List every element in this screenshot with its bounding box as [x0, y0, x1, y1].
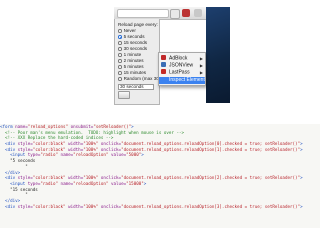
- radio-unchecked-icon[interactable]: [118, 71, 122, 75]
- popup-title: Reload page every:: [118, 22, 158, 27]
- radio-unchecked-icon[interactable]: [118, 77, 122, 81]
- radio-unchecked-icon[interactable]: [118, 29, 122, 33]
- reload-option-label: 2 minutes: [123, 58, 144, 63]
- submenu-arrow-icon: ▶: [199, 56, 203, 61]
- code-line: <div style="color:black" width="100%" on…: [5, 203, 303, 209]
- context-menu-item[interactable]: AdBlock ▶: [159, 55, 205, 62]
- reload-extension-icon[interactable]: [170, 9, 180, 19]
- context-menu-item[interactable]: Inspect Element: [159, 77, 205, 84]
- custom-interval-input[interactable]: 30 seconds: [118, 84, 154, 90]
- extension-icon[interactable]: [182, 9, 190, 17]
- radio-unchecked-icon[interactable]: [118, 53, 122, 57]
- radio-unchecked-icon[interactable]: [118, 65, 122, 69]
- radio-checked-icon[interactable]: [118, 35, 122, 39]
- context-menu-item-label: AdBlock: [169, 55, 188, 62]
- reload-option-label: Never: [123, 28, 136, 33]
- context-menu-item-label: JSONView: [169, 62, 194, 69]
- reload-option-label: 5 minutes: [123, 64, 144, 69]
- reload-option-label: 15 seconds: [123, 40, 148, 45]
- context-menu-item-label: LastPass: [169, 69, 190, 76]
- submenu-arrow-icon: ▶: [199, 70, 203, 75]
- address-bar[interactable]: [117, 9, 169, 18]
- radio-unchecked-icon[interactable]: [118, 47, 122, 51]
- lastpass-icon: [161, 69, 166, 74]
- source-code-panel: <form name="reload_options" onsubmit="se…: [0, 124, 320, 228]
- reload-option-label: 5 seconds: [123, 34, 145, 39]
- jsonview-icon: [161, 62, 166, 67]
- submenu-arrow-icon: ▶: [199, 63, 203, 68]
- reload-popup: Reload page every: Never 5 seconds 15 seco…: [114, 19, 164, 105]
- reload-option-label: 30 seconds: [123, 46, 148, 51]
- context-menu-item[interactable]: JSONView ▶: [159, 62, 205, 69]
- reload-option-label: 1 minute: [123, 52, 142, 57]
- adblock-icon: [161, 55, 166, 60]
- context-menu: AdBlock ▶ JSONView ▶ LastPass ▶ Inspect Elemen…: [158, 52, 206, 86]
- apply-button[interactable]: [118, 91, 130, 99]
- menu-icon[interactable]: [194, 9, 202, 17]
- reload-option-label: 15 minutes: [123, 70, 147, 75]
- radio-unchecked-icon[interactable]: [118, 59, 122, 63]
- radio-unchecked-icon[interactable]: [118, 41, 122, 45]
- context-menu-item[interactable]: LastPass ▶: [159, 69, 205, 76]
- desktop-background: [206, 7, 230, 103]
- context-menu-item-label: Inspect Element: [169, 77, 205, 83]
